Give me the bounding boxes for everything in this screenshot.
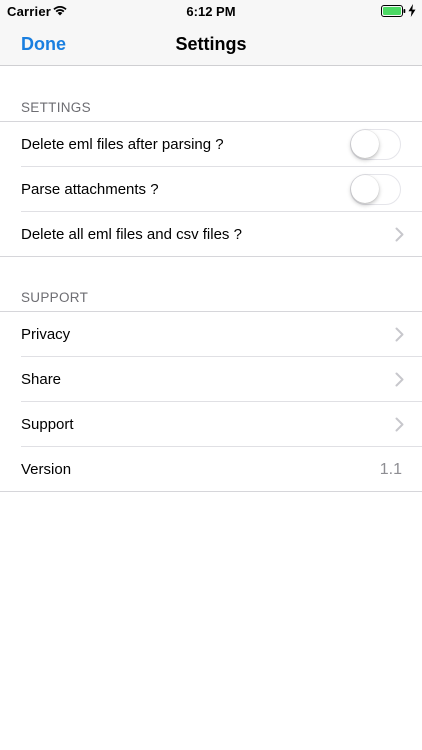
row-parse-attachments: Parse attachments ? [0,167,422,212]
row-version: Version 1.1 [0,447,422,492]
row-label: Version [21,461,72,478]
toggle-knob [351,175,379,203]
section-header-support: SUPPORT [21,290,89,305]
toggle-knob [351,130,379,158]
version-value: 1.1 [379,461,402,478]
row-privacy[interactable]: Privacy [0,312,422,357]
chevron-right-icon [395,372,404,387]
settings-table[interactable]: SETTINGS Delete eml files after parsing … [0,66,422,750]
chevron-right-icon [395,417,404,432]
row-delete-all-files[interactable]: Delete all eml files and csv files ? [0,212,422,257]
chevron-right-icon [395,327,404,342]
row-support[interactable]: Support [0,402,422,447]
battery-icon [381,5,406,17]
group-divider-bottom [0,491,422,492]
row-label: Privacy [21,326,71,343]
row-label: Delete all eml files and csv files ? [21,226,242,243]
done-button[interactable]: Done [21,22,66,66]
chevron-right-icon [395,227,404,242]
charging-bolt-icon [408,4,416,17]
row-share[interactable]: Share [0,357,422,402]
status-bar: Carrier 6:12 PM [0,0,422,22]
row-delete-eml-after-parsing: Delete eml files after parsing ? [0,122,422,167]
row-label: Share [21,371,62,388]
settings-screen: Carrier 6:12 PM Done Settings SETTINGS D… [0,0,422,750]
row-label: Delete eml files after parsing ? [21,136,224,153]
row-label: Support [21,416,74,433]
row-label: Parse attachments ? [21,181,159,198]
delete-eml-toggle[interactable] [350,129,401,160]
group-divider-bottom [0,256,422,257]
clock: 6:12 PM [186,4,236,19]
parse-attachments-toggle[interactable] [350,174,401,205]
navigation-bar: Done Settings [0,22,422,66]
section-header-settings: SETTINGS [21,100,91,115]
